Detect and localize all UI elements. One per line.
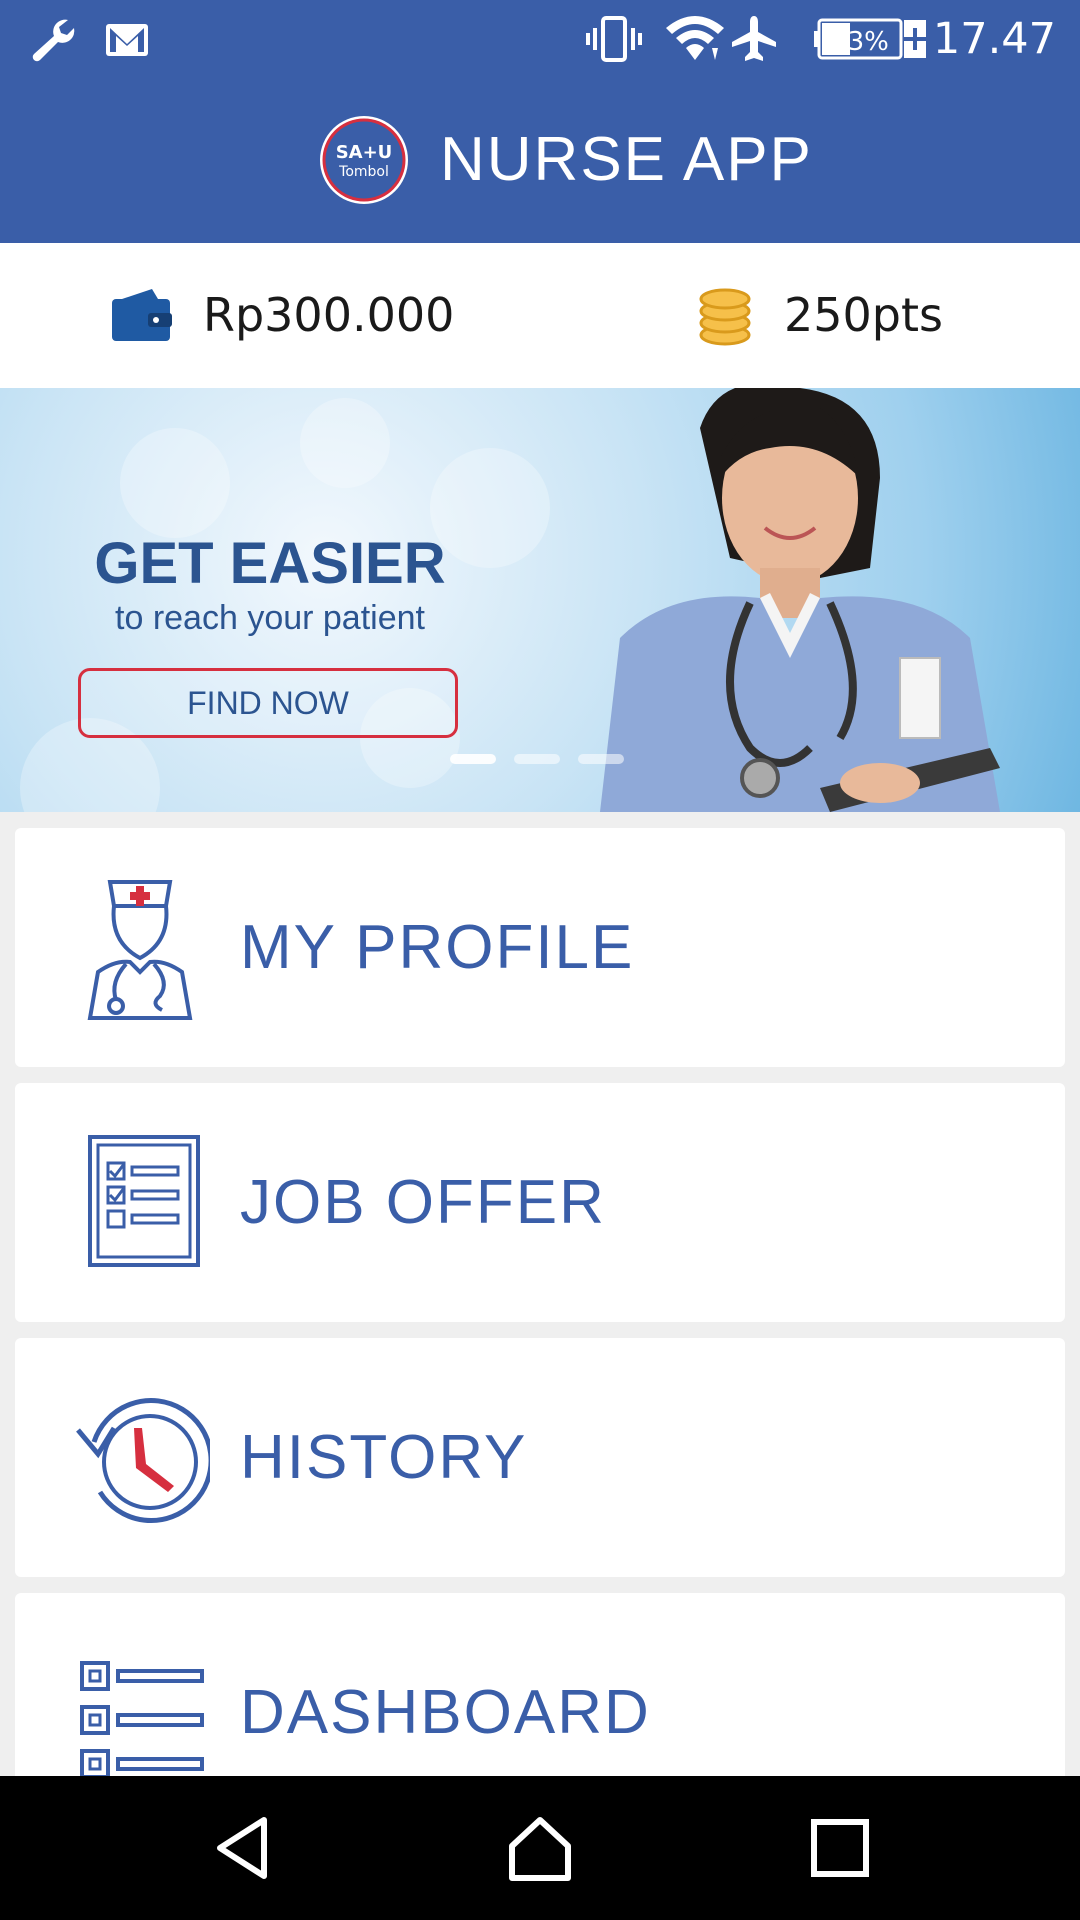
pager-dot-active[interactable] <box>450 754 496 764</box>
recents-icon[interactable] <box>804 1812 876 1884</box>
nurse-photo <box>600 388 1000 812</box>
banner-headline: GET EASIER <box>94 531 446 596</box>
wrench-icon <box>32 19 75 62</box>
menu-item-label: DASHBOARD <box>240 1678 651 1747</box>
menu-item-job-offer[interactable]: JOB OFFER <box>15 1083 1065 1322</box>
app-bar: SA+U Tombol NURSE APP <box>0 78 1080 243</box>
app-logo: SA+U Tombol <box>320 116 408 204</box>
menu-item-label: HISTORY <box>240 1423 528 1492</box>
wallet-icon[interactable] <box>108 285 174 345</box>
battery-level: 33% <box>831 27 889 57</box>
menu-item-my-profile[interactable]: MY PROFILE <box>15 828 1065 1067</box>
system-nav-bar <box>0 1776 1080 1920</box>
bokeh-decoration <box>120 428 230 538</box>
app-title: NURSE APP <box>440 125 813 194</box>
wallet-balance[interactable]: Rp300.000 <box>203 287 454 343</box>
checklist-icon <box>88 1135 200 1267</box>
banner-subline: to reach your patient <box>115 599 425 637</box>
bokeh-decoration <box>300 398 390 488</box>
points-balance[interactable]: 250pts <box>784 287 943 343</box>
logo-text-top: SA+U <box>336 142 393 163</box>
logo-text-bottom: Tombol <box>338 164 389 180</box>
home-icon[interactable] <box>504 1812 576 1884</box>
menu-item-label: MY PROFILE <box>240 913 635 982</box>
nurse-profile-icon <box>87 880 193 1020</box>
battery-charging-icon: 33% <box>814 18 926 60</box>
pager-dot[interactable] <box>578 754 624 764</box>
dashboard-list-icon <box>80 1661 204 1779</box>
status-bar: 33% 17.47 <box>0 0 1080 78</box>
coins-icon[interactable] <box>696 283 754 347</box>
wifi-icon <box>666 16 724 60</box>
menu-item-label: JOB OFFER <box>240 1168 606 1237</box>
balance-bar: Rp300.000 250pts <box>0 243 1080 388</box>
vibrate-icon <box>586 16 642 62</box>
history-clock-icon <box>76 1398 210 1523</box>
pager-dot[interactable] <box>514 754 560 764</box>
find-now-button[interactable]: FIND NOW <box>78 668 458 738</box>
status-time: 17.47 <box>932 14 1056 64</box>
gmail-icon <box>106 24 148 56</box>
airplane-icon <box>732 16 776 61</box>
promo-banner[interactable]: GET EASIER to reach your patient FIND NO… <box>0 388 1080 812</box>
menu-item-history[interactable]: HISTORY <box>15 1338 1065 1577</box>
back-icon[interactable] <box>206 1812 278 1884</box>
